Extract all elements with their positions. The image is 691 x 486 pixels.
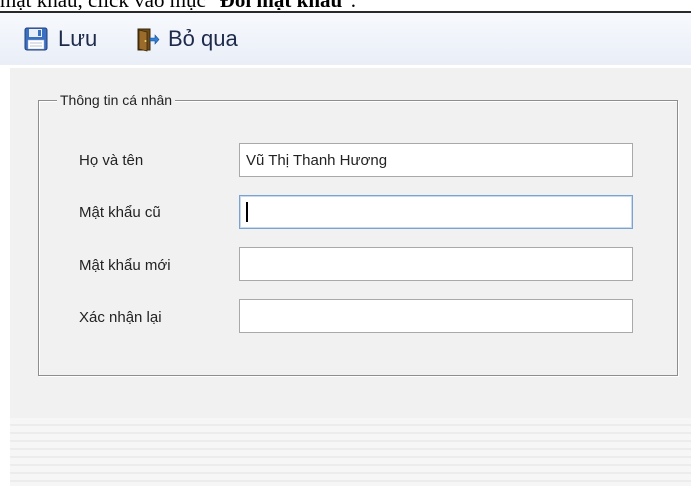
full-name-field[interactable] xyxy=(239,143,633,177)
personal-info-legend: Thông tin cá nhân xyxy=(57,91,176,109)
confirm-password-label: Xác nhận lại xyxy=(79,309,162,326)
caption-bold-text: Đổi mật khẩu xyxy=(220,0,343,10)
new-password-field[interactable] xyxy=(239,247,633,281)
old-password-label: Mật khẩu cũ xyxy=(79,204,161,221)
old-password-field[interactable] xyxy=(239,195,633,229)
floppy-disk-icon xyxy=(24,27,48,51)
skip-button[interactable]: Bỏ qua xyxy=(136,13,238,65)
text-caret xyxy=(246,202,248,222)
caption-suffix: ". xyxy=(342,0,356,10)
confirm-password-field[interactable] xyxy=(239,299,633,333)
personal-info-group xyxy=(38,100,678,376)
exit-door-icon xyxy=(136,26,160,52)
save-button[interactable]: Lưu xyxy=(24,13,97,65)
new-password-label: Mật khẩu mới xyxy=(79,257,171,274)
document-caption: mật khẩu, click vào mục "Đổi mật khẩu". xyxy=(0,0,691,10)
footer-area xyxy=(10,418,691,486)
toolbar: Lưu Bỏ qua xyxy=(0,13,691,65)
save-button-label: Lưu xyxy=(58,26,98,51)
caption-prefix: mật khẩu, click vào mục " xyxy=(0,0,220,10)
skip-button-label: Bỏ qua xyxy=(168,26,238,51)
full-name-label: Họ và tên xyxy=(79,152,144,169)
